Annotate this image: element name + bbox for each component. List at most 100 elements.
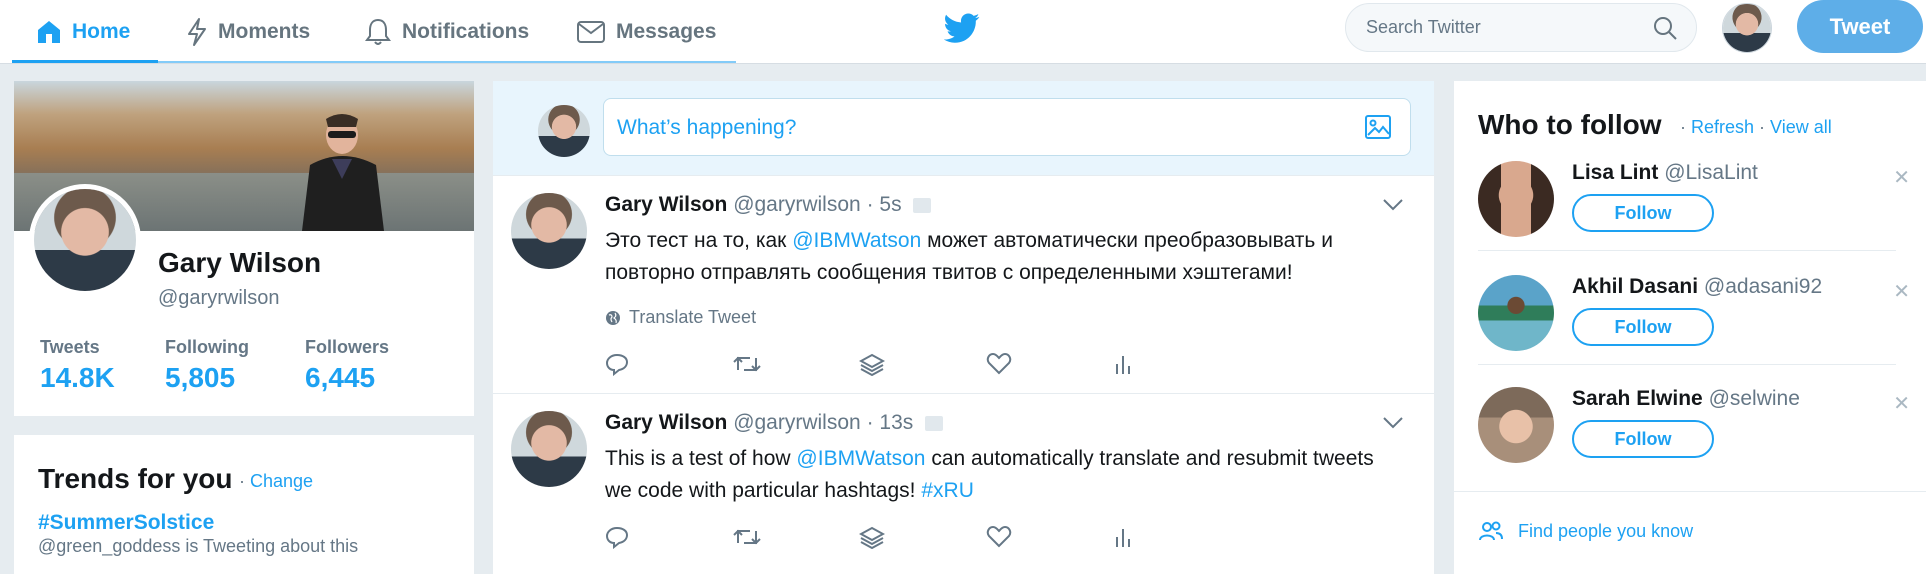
tweet-avatar[interactable] <box>511 411 587 487</box>
suggested-user-name[interactable]: Akhil Dasani @adasani92 <box>1572 275 1822 299</box>
people-icon <box>1479 521 1503 541</box>
trends-change-link[interactable]: · Change <box>239 471 313 492</box>
profile-handle[interactable]: @garyrwilson <box>158 287 279 310</box>
suggested-user-avatar[interactable] <box>1478 275 1554 351</box>
tweet-author-name[interactable]: Gary Wilson <box>605 193 727 216</box>
suggested-user-name[interactable]: Sarah Elwine @selwine <box>1572 387 1800 411</box>
reply-icon[interactable] <box>605 352 629 376</box>
search-box[interactable] <box>1345 3 1697 52</box>
suggested-user-display-name: Lisa Lint <box>1572 161 1659 184</box>
compose-input[interactable]: What’s happening? <box>603 98 1411 156</box>
suggested-user-name[interactable]: Lisa Lint @LisaLint <box>1572 161 1758 185</box>
banner-person <box>302 114 384 231</box>
tweet-composer: What’s happening? <box>493 81 1434 175</box>
close-icon[interactable]: ✕ <box>1893 391 1910 416</box>
tweet-item[interactable]: Gary Wilson @garyrwilson · 5s Это тест н… <box>493 175 1434 393</box>
bell-icon <box>365 18 391 45</box>
nav-divider-line <box>158 61 736 63</box>
refresh-link[interactable]: Refresh <box>1691 117 1754 137</box>
layers-icon[interactable] <box>859 525 885 549</box>
find-people-section: Find people you know <box>1454 491 1926 574</box>
tweet-actions <box>605 525 1240 549</box>
profile-card: Gary Wilson @garyrwilson Tweets 14.8K Fo… <box>14 81 474 416</box>
tweet-item[interactable]: Gary Wilson @garyrwilson · 13s This is a… <box>493 393 1434 568</box>
stat-value: 6,445 <box>305 362 376 393</box>
nav-home-label: Home <box>72 20 131 43</box>
lightning-icon <box>188 18 206 46</box>
stat-label: Followers <box>305 337 390 357</box>
profile-name[interactable]: Gary Wilson <box>158 247 321 279</box>
stat-label: Following <box>165 337 249 357</box>
tweet-author-handle[interactable]: @garyrwilson <box>733 193 861 216</box>
heart-icon[interactable] <box>986 352 1012 376</box>
retweet-icon[interactable] <box>732 525 762 549</box>
nav-messages-label: Messages <box>616 20 717 43</box>
close-icon[interactable]: ✕ <box>1893 279 1910 304</box>
translate-label: Translate Tweet <box>629 307 757 327</box>
search-icon[interactable] <box>1652 15 1678 41</box>
analytics-icon[interactable] <box>1113 525 1133 549</box>
tweet-text-part: This is a test of how <box>605 447 797 470</box>
retweet-icon[interactable] <box>732 352 762 376</box>
tweet-hashtag[interactable]: #xRU <box>921 479 974 502</box>
follow-button[interactable]: Follow <box>1572 420 1714 458</box>
stat-value: 5,805 <box>165 362 236 393</box>
nav-moments-label: Moments <box>218 20 311 43</box>
nav-notifications[interactable]: Notifications <box>364 0 529 64</box>
suggested-user-avatar[interactable] <box>1478 161 1554 237</box>
chevron-down-icon[interactable] <box>1382 198 1404 212</box>
search-input[interactable] <box>1366 17 1636 38</box>
tweet-author-name[interactable]: Gary Wilson <box>605 411 727 434</box>
nav-notifications-label: Notifications <box>402 20 530 43</box>
nav-moments[interactable]: Moments <box>186 0 310 64</box>
trends-title: Trends for you <box>38 463 233 494</box>
reply-icon[interactable] <box>605 525 629 549</box>
find-people-label: Find people you know <box>1518 520 1694 541</box>
tweet-author-handle[interactable]: @garyrwilson <box>733 411 861 434</box>
tweet-button[interactable]: Tweet <box>1797 0 1923 53</box>
tweet-mention[interactable]: @IBMWatson <box>796 447 925 470</box>
stat-label: Tweets <box>40 337 100 357</box>
close-icon[interactable]: ✕ <box>1893 165 1910 190</box>
suggested-user-display-name: Akhil Dasani <box>1572 275 1699 298</box>
nav-home[interactable]: Home <box>36 0 130 64</box>
compose-placeholder: What’s happening? <box>617 116 797 139</box>
tweet-header: Gary Wilson @garyrwilson · 5s <box>605 193 932 217</box>
profile-avatar[interactable] <box>29 184 141 296</box>
tweet-text: This is a test of how @IBMWatson can aut… <box>605 443 1395 507</box>
stat-followers[interactable]: Followers 6,445 <box>305 337 389 394</box>
trend-item-tag[interactable]: #SummerSolstice <box>38 511 214 535</box>
who-to-follow-links: · Refresh · View all <box>1680 117 1832 137</box>
suggested-user-avatar[interactable] <box>1478 387 1554 463</box>
nav-messages[interactable]: Messages <box>576 0 716 64</box>
trends-change-label: Change <box>250 471 314 491</box>
tweet-avatar[interactable] <box>511 193 587 269</box>
tweet-timestamp[interactable]: · 13s <box>867 411 914 434</box>
analytics-icon[interactable] <box>1113 352 1133 376</box>
follow-button[interactable]: Follow <box>1572 194 1714 232</box>
trends-card: Trends for you · Change #SummerSolstice … <box>14 435 474 574</box>
find-people-link[interactable]: Find people you know <box>1478 520 1693 542</box>
tweet-timestamp[interactable]: · 5s <box>867 193 902 216</box>
suggested-user-handle: @adasani92 <box>1703 275 1823 298</box>
layers-icon[interactable] <box>859 352 885 376</box>
timeline: What’s happening? Gary Wilson @garyrwils… <box>493 81 1434 574</box>
heart-icon[interactable] <box>986 525 1012 549</box>
view-all-link[interactable]: View all <box>1770 117 1832 137</box>
tweet-mention[interactable]: @IBMWatson <box>792 229 921 252</box>
account-avatar[interactable] <box>1722 3 1772 53</box>
twitter-bird-icon[interactable] <box>944 10 980 46</box>
follow-button[interactable]: Follow <box>1572 308 1714 346</box>
home-icon <box>38 21 60 43</box>
chevron-down-icon[interactable] <box>1382 416 1404 430</box>
translate-tweet-link[interactable]: Translate Tweet <box>605 307 756 328</box>
suggested-user-handle: @selwine <box>1708 387 1800 410</box>
tweet-header: Gary Wilson @garyrwilson · 13s <box>605 411 944 435</box>
tweet-text-part: Это тест на то, как <box>605 229 793 252</box>
divider <box>1478 364 1896 365</box>
media-badge-icon <box>913 197 932 213</box>
stat-tweets[interactable]: Tweets 14.8K <box>40 337 115 394</box>
top-navigation-bar: Home Moments Notifications Messages Twee… <box>0 0 1926 64</box>
image-icon[interactable] <box>1364 114 1392 140</box>
stat-following[interactable]: Following 5,805 <box>165 337 249 394</box>
